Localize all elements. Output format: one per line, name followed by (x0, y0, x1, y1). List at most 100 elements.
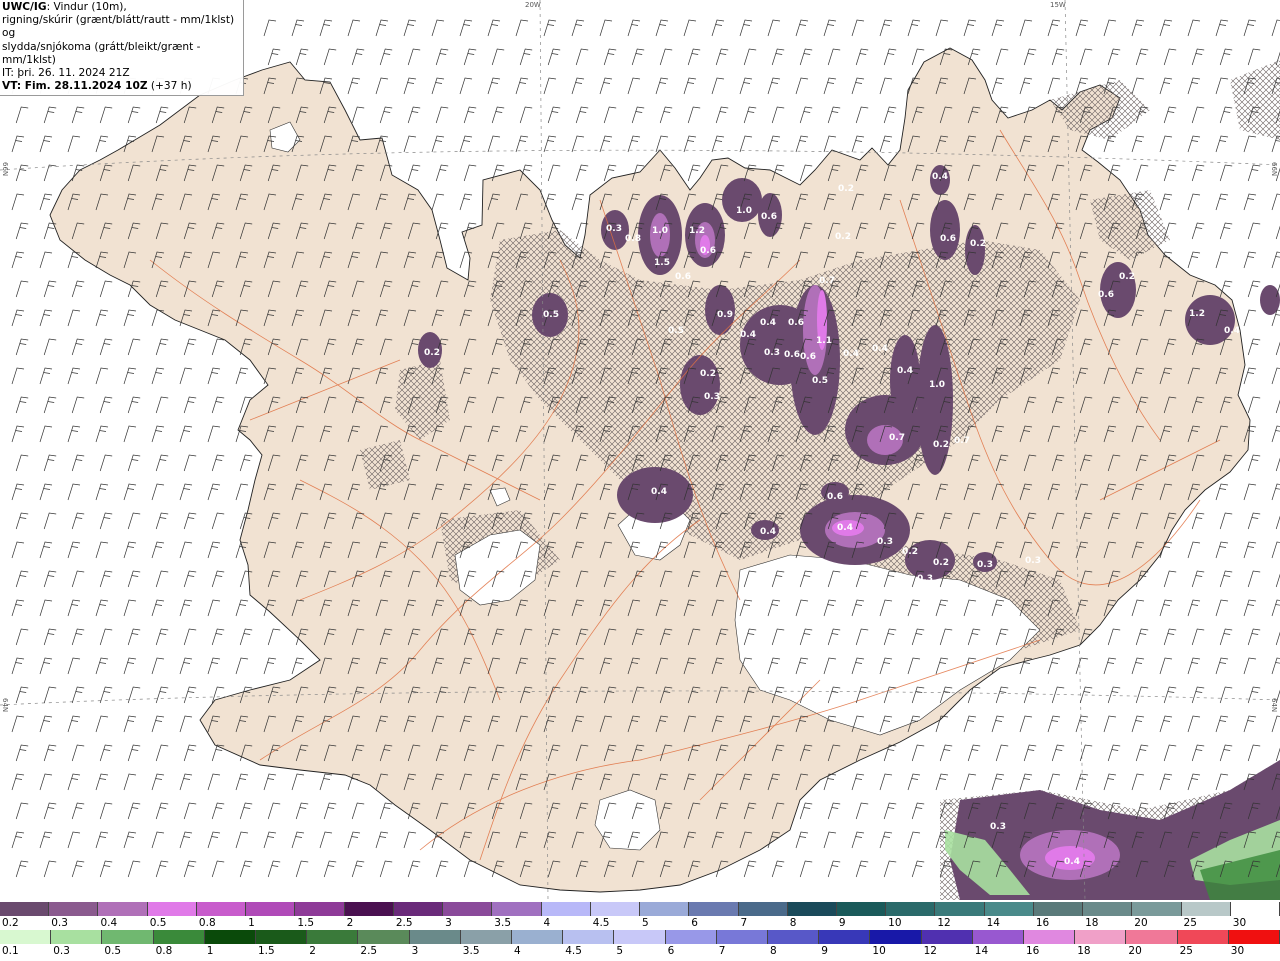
precip-value-label: 0.3 (1025, 556, 1041, 566)
scale-swatch (787, 902, 837, 916)
precip-value-label: 0.2 (902, 547, 918, 557)
precip-value-label: 0.4 (872, 344, 888, 354)
scale-swatch (689, 902, 739, 916)
scale-swatch (768, 930, 820, 944)
scale-swatch (460, 930, 513, 944)
precip-value-label: 0.4 (837, 523, 853, 533)
precip-value-label: 0.5 (812, 376, 828, 386)
scale-label: 12 (923, 945, 937, 957)
scale-swatch (563, 930, 615, 944)
scale-swatch (935, 902, 985, 916)
map-info-box: UWC/IG: Vindur (10m), rigning/skúrir (gr… (0, 0, 244, 97)
precip-value-label: 0.6 (675, 272, 691, 282)
precip-value-label: 0.6 (827, 492, 843, 502)
rain-scale-labels: 0.1 0.3 0.5 0.8 1 1.5 2 2.5 3 3.5 4 4.5 5 6 7 8 9 10 12 14 1… (0, 945, 1280, 961)
scale-label: 12 (937, 917, 951, 929)
scale-swatch (512, 930, 564, 944)
scale-label: 0.8 (155, 945, 173, 957)
scale-label: 0.1 (2, 945, 19, 957)
scale-swatch (393, 902, 444, 916)
info-line1: : Vindur (10m), (46, 1, 127, 13)
precip-value-label: 0.4 (760, 527, 776, 537)
scale-swatch (49, 902, 99, 916)
scale-label: 30 (1232, 917, 1247, 929)
info-init-time: IT: þri. 26. 11. 2024 21Z (2, 67, 130, 80)
scale-label: 7 (740, 917, 748, 929)
scale-swatch (1132, 902, 1182, 916)
scale-swatch (204, 930, 257, 944)
scale-label: 14 (986, 917, 1000, 929)
scale-swatch (1075, 930, 1127, 944)
scale-label: 3 (445, 917, 452, 929)
scale-label: 6 (691, 917, 698, 929)
precip-value-label: 0.7 (954, 436, 970, 446)
scale-label: 1 (248, 917, 255, 929)
scale-swatch (358, 930, 410, 944)
precip-value-label: 0.3 (704, 392, 720, 402)
scale-swatch (614, 930, 666, 944)
snow-color-scale: 0.2 0.3 0.4 0.5 0.8 1 1.5 2 2.5 3 3.5 4 4.5 5 6 7 8 9 10 12… (0, 902, 1280, 932)
scale-swatch (153, 930, 205, 944)
scale-swatch (1230, 902, 1280, 916)
scale-swatch (0, 930, 52, 944)
scale-label: 8 (770, 945, 777, 957)
scale-swatch (870, 930, 922, 944)
precip-value-label: 0.4 (932, 172, 948, 182)
precip-value-label: 0.3 (877, 537, 893, 547)
precip-value-label: 0.7 (819, 276, 835, 286)
scale-label: 10 (888, 917, 902, 929)
precip-value-label: 1.0 (929, 380, 945, 390)
precip-value-label: 0.3 (764, 348, 780, 358)
scale-label: 9 (821, 945, 828, 957)
scale-label: 3 (411, 945, 419, 957)
scale-label: 2.5 (395, 917, 413, 929)
scale-swatch (51, 930, 103, 944)
lat-label-64n-left: 64N (1, 698, 9, 713)
scale-label: 2 (309, 945, 316, 957)
model-name: UWC/IG (2, 1, 47, 13)
scale-label: 16 (1035, 917, 1050, 929)
precip-value-label: 0.4 (740, 330, 756, 340)
scale-label: 9 (838, 917, 846, 929)
precip-value-label: 0.6 (784, 350, 800, 360)
precip-value-label: 0.4 (1064, 857, 1080, 867)
scale-swatch (716, 930, 769, 944)
info-line2: rigning/skúrir (grænt/blátt/rautt - mm/1… (2, 14, 235, 40)
scale-swatch (1126, 930, 1178, 944)
scale-label: 4 (543, 917, 551, 929)
precip-value-label: 1.5 (654, 258, 670, 268)
rain-scale-swatches (0, 930, 1280, 944)
scale-swatch (295, 902, 345, 916)
precip-value-label: 0.6 (1098, 290, 1114, 300)
precip-value-label: 1.0 (736, 206, 752, 216)
precip-value-label: 0.2 (835, 232, 851, 242)
scale-label: 5 (642, 917, 649, 929)
scale-swatch (492, 902, 542, 916)
precip-value-label: 0.2 (700, 369, 716, 379)
precip-value-label: 0.2 (1119, 272, 1135, 282)
scale-label: 3.5 (462, 945, 480, 957)
precip-value-label: 1.1 (816, 336, 832, 346)
precip-value-label: 0.6 (800, 352, 816, 362)
lat-label-66n-right: 66N (1270, 162, 1278, 177)
precip-value-label: 0.3 (990, 822, 1006, 832)
precip-value-label: 0.4 (1224, 326, 1240, 336)
info-valid-time: VT: Fim. 28.11.2024 10Z (2, 80, 148, 93)
info-line3: slydda/snjókoma (grátt/bleikt/grænt - mm… (2, 40, 201, 66)
scale-swatch (1024, 930, 1076, 944)
scale-label: 10 (872, 945, 886, 957)
scale-label: 2 (346, 917, 354, 929)
scale-label: 18 (1077, 945, 1091, 957)
scale-label: 1.5 (258, 945, 275, 957)
scale-swatch (819, 930, 871, 944)
precip-value-label: 0.4 (843, 349, 859, 359)
scale-label: 18 (1085, 917, 1099, 929)
scale-swatch (738, 902, 788, 916)
scale-label: 4 (514, 945, 521, 957)
precip-value-label: 0.2 (933, 440, 949, 450)
precip-value-label: 0.9 (717, 310, 733, 320)
precip-value-label: 1.0 (652, 226, 668, 236)
precip-value-label: 0.6 (940, 234, 956, 244)
scale-label: 16 (1026, 945, 1040, 957)
scale-swatch (344, 902, 394, 916)
